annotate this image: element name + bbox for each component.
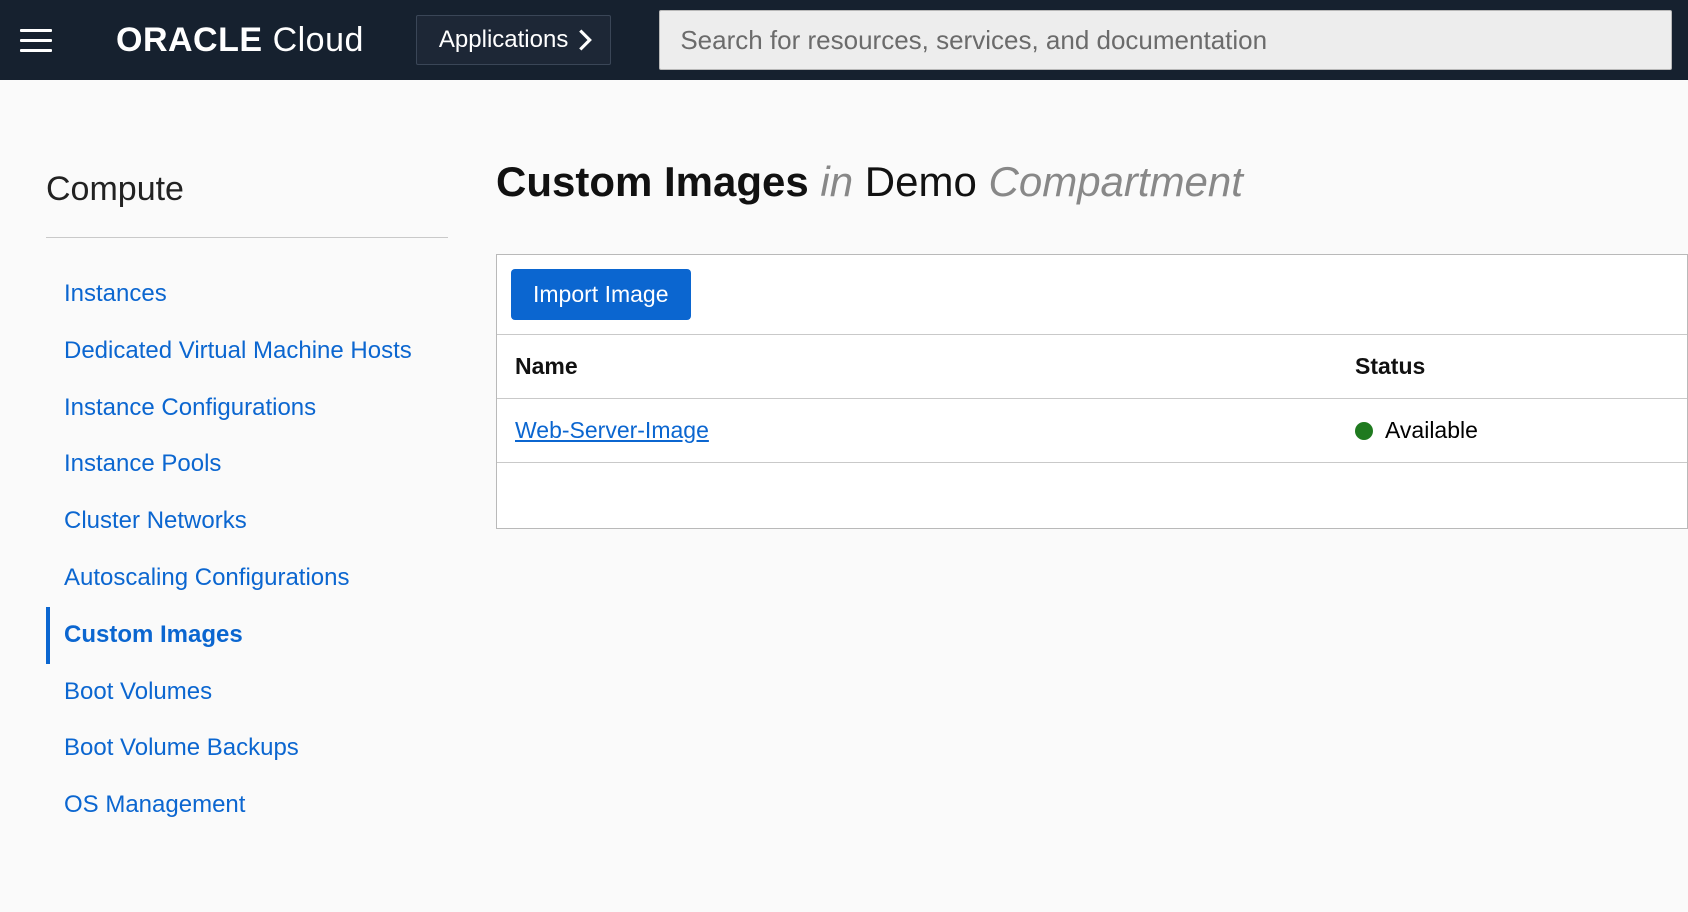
sidebar-nav: Instances Dedicated Virtual Machine Hosts…: [46, 266, 448, 834]
status-label: Available: [1385, 417, 1478, 444]
sidebar-item-instance-pools[interactable]: Instance Pools: [46, 436, 448, 493]
sidebar-item-os-management[interactable]: OS Management: [46, 777, 448, 834]
page-title-main: Custom Images: [496, 158, 809, 205]
column-header-name[interactable]: Name: [497, 335, 1337, 399]
sidebar-item-label: Autoscaling Configurations: [64, 564, 350, 591]
sidebar: Compute Instances Dedicated Virtual Machi…: [0, 80, 480, 912]
global-header: ORACLE Cloud Applications: [0, 0, 1688, 80]
sidebar-item-instances[interactable]: Instances: [46, 266, 448, 323]
sidebar-item-label: Instances: [64, 280, 167, 307]
sidebar-item-label: Boot Volume Backups: [64, 734, 299, 761]
sidebar-item-cluster-networks[interactable]: Cluster Networks: [46, 493, 448, 550]
brand-logo[interactable]: ORACLE Cloud: [116, 21, 364, 60]
sidebar-item-label: Instance Configurations: [64, 394, 316, 421]
main-content: Custom Images in Demo Compartment Import…: [480, 80, 1688, 912]
global-search[interactable]: [659, 10, 1672, 70]
page-title: Custom Images in Demo Compartment: [496, 158, 1688, 206]
applications-label: Applications: [439, 26, 568, 54]
search-input[interactable]: [680, 25, 1651, 56]
card-footer: [497, 462, 1687, 528]
sidebar-item-label: Instance Pools: [64, 450, 221, 477]
card-actions: Import Image: [497, 255, 1687, 334]
logo-product-text: Cloud: [273, 21, 364, 60]
sidebar-title: Compute: [46, 170, 448, 238]
logo-brand-text: ORACLE: [116, 21, 263, 60]
sidebar-item-label: Dedicated Virtual Machine Hosts: [64, 337, 412, 364]
sidebar-item-label: Boot Volumes: [64, 678, 212, 705]
sidebar-item-boot-volumes[interactable]: Boot Volumes: [46, 664, 448, 721]
table-row: Web-Server-Image Available: [497, 399, 1687, 463]
page-title-in: in: [820, 158, 853, 205]
menu-icon[interactable]: [20, 22, 56, 58]
sidebar-item-label: OS Management: [64, 791, 245, 818]
chevron-right-icon: [578, 29, 592, 51]
status-dot-icon: [1355, 422, 1373, 440]
sidebar-item-autoscaling-configurations[interactable]: Autoscaling Configurations: [46, 550, 448, 607]
sidebar-item-boot-volume-backups[interactable]: Boot Volume Backups: [46, 720, 448, 777]
sidebar-item-label: Custom Images: [64, 621, 243, 648]
table-header-row: Name Status: [497, 335, 1687, 399]
column-header-status[interactable]: Status: [1337, 335, 1687, 399]
sidebar-item-custom-images[interactable]: Custom Images: [46, 607, 448, 664]
compartment-word: Compartment: [989, 158, 1243, 205]
image-name-link[interactable]: Web-Server-Image: [515, 417, 709, 443]
import-image-button[interactable]: Import Image: [511, 269, 691, 320]
images-card: Import Image Name Status Web-Server-Imag…: [496, 254, 1688, 529]
images-table: Name Status Web-Server-Image Available: [497, 334, 1687, 462]
sidebar-item-label: Cluster Networks: [64, 507, 247, 534]
sidebar-item-instance-configurations[interactable]: Instance Configurations: [46, 380, 448, 437]
applications-dropdown[interactable]: Applications: [416, 15, 611, 65]
sidebar-item-dedicated-virtual-machine-hosts[interactable]: Dedicated Virtual Machine Hosts: [46, 323, 448, 380]
compartment-name: Demo: [865, 158, 977, 205]
